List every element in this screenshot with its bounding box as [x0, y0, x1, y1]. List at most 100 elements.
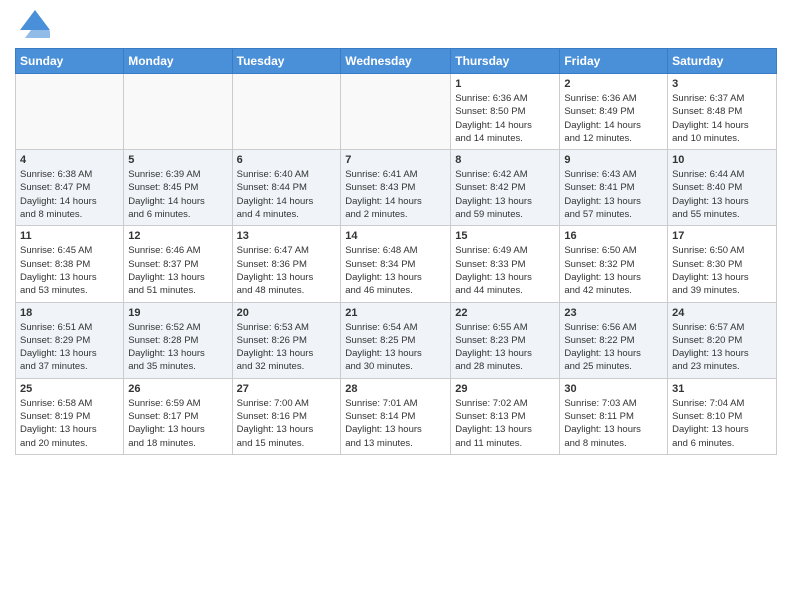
day-number: 27: [237, 383, 337, 395]
day-info: Sunrise: 6:49 AM Sunset: 8:33 PM Dayligh…: [455, 244, 555, 297]
calendar-cell: 25 Sunrise: 6:58 AM Sunset: 8:19 PM Dayli…: [16, 378, 124, 454]
day-number: 8: [455, 154, 555, 166]
day-info: Sunrise: 6:50 AM Sunset: 8:32 PM Dayligh…: [564, 244, 663, 297]
calendar-cell: 27 Sunrise: 7:00 AM Sunset: 8:16 PM Dayli…: [232, 378, 341, 454]
day-info: Sunrise: 6:38 AM Sunset: 8:47 PM Dayligh…: [20, 168, 119, 221]
calendar-cell: 22 Sunrise: 6:55 AM Sunset: 8:23 PM Dayli…: [451, 302, 560, 378]
day-number: 31: [672, 383, 772, 395]
calendar-cell: 4Sunrise: 6:38 AM Sunset: 8:47 PM Daylig…: [16, 150, 124, 226]
day-info: Sunrise: 6:39 AM Sunset: 8:45 PM Dayligh…: [128, 168, 227, 221]
week-row-4: 18 Sunrise: 6:51 AM Sunset: 8:29 PM Dayli…: [16, 302, 777, 378]
page: SundayMondayTuesdayWednesdayThursdayFrid…: [0, 0, 792, 612]
day-info: Sunrise: 6:52 AM Sunset: 8:28 PM Dayligh…: [128, 321, 227, 374]
calendar-cell: 8 Sunrise: 6:42 AM Sunset: 8:42 PM Daylig…: [451, 150, 560, 226]
day-info: Sunrise: 7:03 AM Sunset: 8:11 PM Dayligh…: [564, 397, 663, 450]
weekday-header-wednesday: Wednesday: [341, 49, 451, 74]
logo-icon: [20, 10, 50, 40]
weekday-header-tuesday: Tuesday: [232, 49, 341, 74]
calendar-cell: 10 Sunrise: 6:44 AM Sunset: 8:40 PM Dayli…: [668, 150, 777, 226]
logo: [15, 15, 50, 40]
calendar-cell: [124, 74, 232, 150]
day-number: 6: [237, 154, 337, 166]
day-number: 13: [237, 230, 337, 242]
day-number: 1: [455, 78, 555, 90]
calendar-cell: 28 Sunrise: 7:01 AM Sunset: 8:14 PM Dayli…: [341, 378, 451, 454]
day-number: 25: [20, 383, 119, 395]
calendar-cell: 13 Sunrise: 6:47 AM Sunset: 8:36 PM Dayli…: [232, 226, 341, 302]
day-info: Sunrise: 6:55 AM Sunset: 8:23 PM Dayligh…: [455, 321, 555, 374]
day-number: 18: [20, 307, 119, 319]
day-info: Sunrise: 6:40 AM Sunset: 8:44 PM Dayligh…: [237, 168, 337, 221]
weekday-header-thursday: Thursday: [451, 49, 560, 74]
day-number: 19: [128, 307, 227, 319]
day-info: Sunrise: 6:57 AM Sunset: 8:20 PM Dayligh…: [672, 321, 772, 374]
weekday-header-sunday: Sunday: [16, 49, 124, 74]
day-info: Sunrise: 6:45 AM Sunset: 8:38 PM Dayligh…: [20, 244, 119, 297]
day-number: 7: [345, 154, 446, 166]
calendar-cell: 6 Sunrise: 6:40 AM Sunset: 8:44 PM Daylig…: [232, 150, 341, 226]
day-info: Sunrise: 6:46 AM Sunset: 8:37 PM Dayligh…: [128, 244, 227, 297]
weekday-header-monday: Monday: [124, 49, 232, 74]
day-number: 29: [455, 383, 555, 395]
day-number: 20: [237, 307, 337, 319]
day-info: Sunrise: 6:47 AM Sunset: 8:36 PM Dayligh…: [237, 244, 337, 297]
day-info: Sunrise: 6:41 AM Sunset: 8:43 PM Dayligh…: [345, 168, 446, 221]
day-number: 22: [455, 307, 555, 319]
calendar-cell: 19 Sunrise: 6:52 AM Sunset: 8:28 PM Dayli…: [124, 302, 232, 378]
week-row-3: 11 Sunrise: 6:45 AM Sunset: 8:38 PM Dayli…: [16, 226, 777, 302]
day-info: Sunrise: 7:02 AM Sunset: 8:13 PM Dayligh…: [455, 397, 555, 450]
calendar-cell: 5Sunrise: 6:39 AM Sunset: 8:45 PM Daylig…: [124, 150, 232, 226]
day-number: 28: [345, 383, 446, 395]
calendar-cell: [341, 74, 451, 150]
day-number: 26: [128, 383, 227, 395]
day-info: Sunrise: 6:36 AM Sunset: 8:50 PM Dayligh…: [455, 92, 555, 145]
day-number: 30: [564, 383, 663, 395]
day-info: Sunrise: 7:01 AM Sunset: 8:14 PM Dayligh…: [345, 397, 446, 450]
day-number: 12: [128, 230, 227, 242]
day-info: Sunrise: 6:59 AM Sunset: 8:17 PM Dayligh…: [128, 397, 227, 450]
calendar-cell: 18 Sunrise: 6:51 AM Sunset: 8:29 PM Dayli…: [16, 302, 124, 378]
day-number: 21: [345, 307, 446, 319]
weekday-header-friday: Friday: [560, 49, 668, 74]
day-info: Sunrise: 7:04 AM Sunset: 8:10 PM Dayligh…: [672, 397, 772, 450]
day-number: 24: [672, 307, 772, 319]
calendar-cell: 15 Sunrise: 6:49 AM Sunset: 8:33 PM Dayli…: [451, 226, 560, 302]
day-info: Sunrise: 6:48 AM Sunset: 8:34 PM Dayligh…: [345, 244, 446, 297]
calendar-cell: 3Sunrise: 6:37 AM Sunset: 8:48 PM Daylig…: [668, 74, 777, 150]
day-info: Sunrise: 6:37 AM Sunset: 8:48 PM Dayligh…: [672, 92, 772, 145]
calendar-cell: 20 Sunrise: 6:53 AM Sunset: 8:26 PM Dayli…: [232, 302, 341, 378]
week-row-5: 25 Sunrise: 6:58 AM Sunset: 8:19 PM Dayli…: [16, 378, 777, 454]
calendar-cell: 2Sunrise: 6:36 AM Sunset: 8:49 PM Daylig…: [560, 74, 668, 150]
day-number: 14: [345, 230, 446, 242]
calendar-cell: 9 Sunrise: 6:43 AM Sunset: 8:41 PM Daylig…: [560, 150, 668, 226]
calendar-cell: [232, 74, 341, 150]
weekday-header-saturday: Saturday: [668, 49, 777, 74]
day-info: Sunrise: 6:53 AM Sunset: 8:26 PM Dayligh…: [237, 321, 337, 374]
day-info: Sunrise: 6:44 AM Sunset: 8:40 PM Dayligh…: [672, 168, 772, 221]
day-number: 10: [672, 154, 772, 166]
day-info: Sunrise: 7:00 AM Sunset: 8:16 PM Dayligh…: [237, 397, 337, 450]
weekday-header-row: SundayMondayTuesdayWednesdayThursdayFrid…: [16, 49, 777, 74]
day-number: 2: [564, 78, 663, 90]
day-info: Sunrise: 6:51 AM Sunset: 8:29 PM Dayligh…: [20, 321, 119, 374]
day-number: 23: [564, 307, 663, 319]
calendar-cell: 7 Sunrise: 6:41 AM Sunset: 8:43 PM Daylig…: [341, 150, 451, 226]
day-info: Sunrise: 6:42 AM Sunset: 8:42 PM Dayligh…: [455, 168, 555, 221]
calendar-cell: 12 Sunrise: 6:46 AM Sunset: 8:37 PM Dayli…: [124, 226, 232, 302]
calendar-cell: [16, 74, 124, 150]
calendar-cell: 1 Sunrise: 6:36 AM Sunset: 8:50 PM Daylig…: [451, 74, 560, 150]
calendar-cell: 16 Sunrise: 6:50 AM Sunset: 8:32 PM Dayli…: [560, 226, 668, 302]
calendar-cell: 23Sunrise: 6:56 AM Sunset: 8:22 PM Dayli…: [560, 302, 668, 378]
day-number: 16: [564, 230, 663, 242]
day-info: Sunrise: 6:58 AM Sunset: 8:19 PM Dayligh…: [20, 397, 119, 450]
calendar-cell: 30 Sunrise: 7:03 AM Sunset: 8:11 PM Dayli…: [560, 378, 668, 454]
day-info: Sunrise: 6:50 AM Sunset: 8:30 PM Dayligh…: [672, 244, 772, 297]
week-row-1: 1 Sunrise: 6:36 AM Sunset: 8:50 PM Daylig…: [16, 74, 777, 150]
day-info: Sunrise: 6:54 AM Sunset: 8:25 PM Dayligh…: [345, 321, 446, 374]
day-number: 11: [20, 230, 119, 242]
day-number: 9: [564, 154, 663, 166]
calendar-cell: 31 Sunrise: 7:04 AM Sunset: 8:10 PM Dayli…: [668, 378, 777, 454]
day-number: 15: [455, 230, 555, 242]
day-info: Sunrise: 6:43 AM Sunset: 8:41 PM Dayligh…: [564, 168, 663, 221]
calendar-cell: 11 Sunrise: 6:45 AM Sunset: 8:38 PM Dayli…: [16, 226, 124, 302]
